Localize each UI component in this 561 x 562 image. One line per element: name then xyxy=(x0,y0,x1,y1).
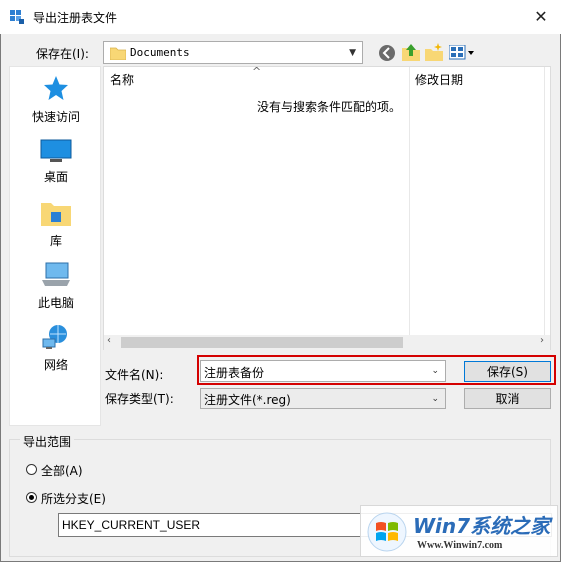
filetype-label: 保存类型(T): xyxy=(105,392,174,406)
view-menu-icon[interactable] xyxy=(449,45,475,61)
folder-icon xyxy=(110,47,126,60)
sidebar-item-label: 此电脑 xyxy=(37,296,74,310)
library-icon xyxy=(41,203,71,226)
registry-icon xyxy=(10,10,24,24)
radio-all[interactable]: 全部(A) xyxy=(26,462,126,478)
filename-input[interactable]: 注册表备份 ⌄ xyxy=(200,360,446,382)
chevron-down-icon: ⌄ xyxy=(431,393,439,404)
export-range-label: 导出范围 xyxy=(20,433,75,450)
places-sidebar: 快速访问 桌面 库 此电脑 网络 xyxy=(9,66,101,426)
watermark: Win7系统之家 Www.Winwin7.com xyxy=(360,505,558,557)
title-bar[interactable]: 导出注册表文件 ✕ xyxy=(0,0,561,34)
empty-message: 没有与搜索条件匹配的项。 xyxy=(257,100,402,114)
radio-dot xyxy=(29,495,34,500)
computer-icon xyxy=(42,262,70,286)
sort-arrow-icon: ^ xyxy=(252,65,262,78)
sidebar-item-network[interactable]: 网络 xyxy=(10,321,102,377)
new-folder-icon[interactable] xyxy=(425,43,443,62)
horizontal-scrollbar[interactable]: ‹ › xyxy=(104,335,550,350)
file-list[interactable]: ^ 名称 修改日期 没有与搜索条件匹配的项。 ‹ › xyxy=(103,65,551,350)
sidebar-item-library[interactable]: 库 xyxy=(10,197,102,253)
column-header-modified[interactable]: 修改日期 xyxy=(415,67,463,93)
filename-label: 文件名(N): xyxy=(105,368,164,382)
radio-button[interactable] xyxy=(26,464,37,475)
network-icon xyxy=(42,325,67,349)
column-divider[interactable] xyxy=(409,67,410,337)
save-in-dropdown[interactable]: Documents ▼ xyxy=(103,41,363,64)
windows-logo-icon xyxy=(367,512,407,552)
filename-value: 注册表备份 xyxy=(204,366,265,380)
filetype-value: 注册文件(*.reg) xyxy=(204,393,291,407)
column-header-name[interactable]: 名称 xyxy=(110,67,134,93)
scroll-left-icon[interactable]: ‹ xyxy=(107,335,111,346)
sidebar-item-label: 桌面 xyxy=(43,170,68,184)
sidebar-item-desktop[interactable]: 桌面 xyxy=(10,135,102,191)
watermark-url: Www.Winwin7.com xyxy=(417,540,503,551)
chevron-down-icon: ▼ xyxy=(349,47,356,58)
filetype-dropdown[interactable]: 注册文件(*.reg) ⌄ xyxy=(200,388,446,409)
up-folder-icon[interactable] xyxy=(402,43,420,62)
radio-selected-branch[interactable]: 所选分支(E) xyxy=(26,490,146,506)
column-divider[interactable] xyxy=(544,67,545,337)
sidebar-item-label: 库 xyxy=(49,234,62,248)
chevron-down-icon: ⌄ xyxy=(431,366,439,376)
cancel-button[interactable]: 取消 xyxy=(464,388,551,409)
radio-button[interactable] xyxy=(26,492,37,503)
close-button[interactable]: ✕ xyxy=(528,6,554,28)
desktop-icon xyxy=(40,139,72,162)
radio-all-label: 全部(A) xyxy=(41,464,83,478)
window-title: 导出注册表文件 xyxy=(33,11,118,25)
sidebar-item-quick-access[interactable]: 快速访问 xyxy=(10,73,102,129)
star-icon xyxy=(44,76,68,100)
save-button[interactable]: 保存(S) xyxy=(464,361,551,382)
back-icon[interactable] xyxy=(378,44,396,62)
sidebar-item-label: 网络 xyxy=(43,358,68,372)
branch-value: HKEY_CURRENT_USER xyxy=(62,518,201,532)
scrollbar-thumb[interactable] xyxy=(121,337,403,348)
sidebar-item-label: 快速访问 xyxy=(31,110,80,124)
sidebar-item-this-pc[interactable]: 此电脑 xyxy=(10,259,102,315)
watermark-brand: Win7系统之家 xyxy=(413,514,551,538)
save-in-value: Documents xyxy=(130,46,190,59)
save-in-label: 保存在(I): xyxy=(36,47,89,61)
radio-selected-branch-label: 所选分支(E) xyxy=(41,492,106,506)
scroll-right-icon[interactable]: › xyxy=(540,335,544,346)
